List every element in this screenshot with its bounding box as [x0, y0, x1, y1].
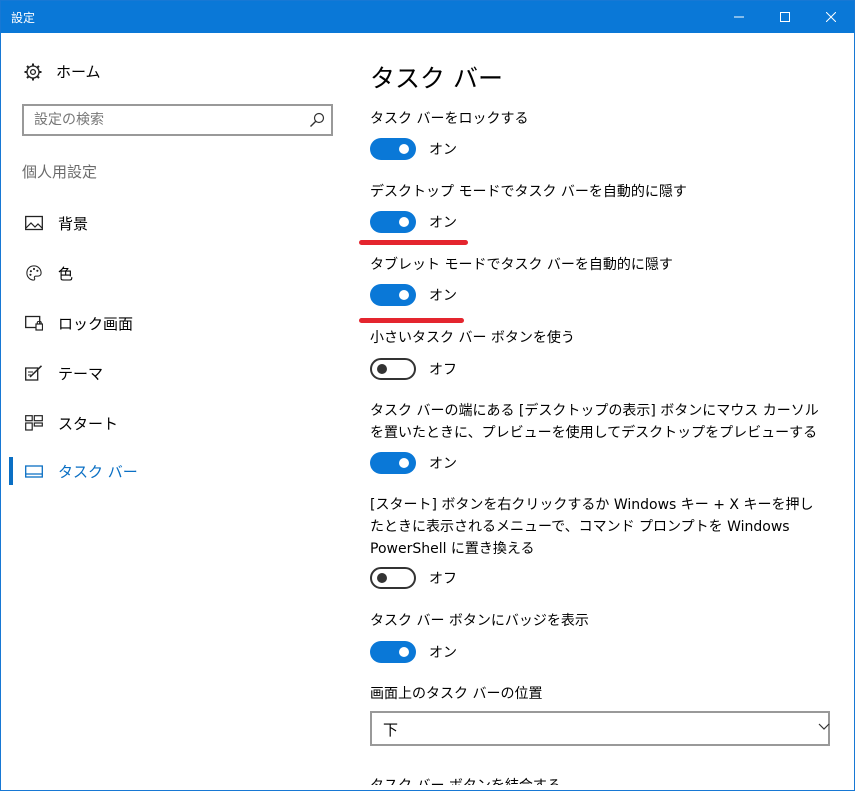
toggle-row: オン [370, 640, 457, 664]
toggle-row: オン [370, 137, 457, 161]
section-label: 個人用設定 [22, 163, 98, 181]
theme-icon [25, 365, 43, 381]
tablet-autohide-toggle[interactable] [370, 284, 416, 306]
picture-icon [25, 215, 43, 231]
sidebar-item-label: 背景 [58, 215, 89, 233]
window-title: 設定 [11, 11, 36, 25]
close-button[interactable] [808, 1, 854, 33]
combine-buttons-label-partial: タスク バー ボタンを結合する [370, 775, 561, 785]
taskbar-icon [25, 465, 43, 478]
taskbar-position-dropdown[interactable]: 下 [370, 711, 830, 746]
page-title: タスク バー [370, 64, 503, 93]
search-input[interactable] [24, 106, 294, 134]
toggle-knob [377, 364, 387, 374]
desktop-autohide-toggle[interactable] [370, 211, 416, 233]
maximize-button[interactable] [762, 1, 808, 33]
sidebar-item-taskbar[interactable]: タスク バー [9, 451, 345, 491]
setting-label-desktop-autohide: デスクトップ モードでタスク バーを自動的に隠す [370, 184, 687, 200]
toggle-knob [399, 144, 409, 154]
sidebar-item-background[interactable]: 背景 [9, 203, 345, 243]
sidebar-item-label: タスク バー [58, 463, 138, 481]
toggle-state-label: オン [429, 645, 457, 661]
settings-window: 設定 ホーム 設定の検索 個人用設定 背景 色 ロック画面 テーマ スタート タ… [0, 0, 855, 791]
minimize-button[interactable] [716, 1, 762, 33]
peek-preview-toggle[interactable] [370, 452, 416, 474]
search-icon[interactable] [309, 112, 325, 128]
sidebar-item-label: スタート [58, 415, 119, 433]
toggle-knob [399, 217, 409, 227]
gear-icon [24, 63, 42, 80]
setting-label-peek-preview: タスク バーの端にある [デスクトップの表示] ボタンにマウス カーソルを置いた… [370, 403, 819, 441]
setting-label-tablet-autohide: タブレット モードでタスク バーを自動的に隠す [370, 257, 673, 273]
setting-label-lock-taskbar: タスク バーをロックする [370, 111, 529, 127]
lock-taskbar-toggle[interactable] [370, 138, 416, 160]
setting-label-badges: タスク バー ボタンにバッジを表示 [370, 613, 589, 629]
red-annotation-underline [359, 318, 464, 323]
toggle-knob [399, 647, 409, 657]
sidebar-item-lock-screen[interactable]: ロック画面 [9, 303, 345, 343]
sidebar-item-label: 色 [58, 265, 74, 283]
sidebar: ホーム 個人用設定 背景 色 [9, 33, 345, 785]
main-content: タスク バー タスク バーをロックする オン デスクトップ モードでタスク バー… [345, 33, 845, 785]
toggle-row: オフ [370, 566, 457, 590]
minimize-icon [734, 16, 744, 18]
toggle-row: オフ [370, 357, 457, 381]
start-icon [25, 415, 43, 431]
search-box[interactable] [22, 104, 333, 136]
toggle-state-label: オン [429, 142, 457, 158]
toggle-state-label: オン [429, 215, 457, 231]
toggle-row: オン [370, 210, 457, 234]
powershell-toggle[interactable] [370, 567, 416, 589]
palette-icon [26, 265, 42, 281]
toggle-row: オン [370, 451, 457, 475]
dropdown-value: 下 [383, 721, 399, 739]
toggle-state-label: オン [429, 456, 457, 472]
sidebar-item-label: ロック画面 [58, 315, 134, 333]
badges-toggle[interactable] [370, 641, 416, 663]
toggle-knob [399, 290, 409, 300]
active-indicator [9, 457, 13, 485]
sidebar-item-label: テーマ [58, 365, 104, 383]
toggle-knob [399, 458, 409, 468]
toggle-row: オン [370, 283, 457, 307]
sidebar-item-color[interactable]: 色 [9, 253, 345, 293]
toggle-state-label: オフ [429, 571, 457, 587]
home-label: ホーム [56, 63, 101, 81]
chevron-down-icon [818, 723, 830, 730]
toggle-knob [377, 573, 387, 583]
toggle-state-label: オン [429, 288, 457, 304]
home-button[interactable]: ホーム [24, 61, 101, 82]
setting-label-small-buttons: 小さいタスク バー ボタンを使う [370, 330, 575, 346]
close-icon [826, 12, 836, 22]
small-buttons-toggle[interactable] [370, 358, 416, 380]
sidebar-item-theme[interactable]: テーマ [9, 353, 345, 393]
maximize-icon [780, 12, 790, 22]
setting-label-powershell: [スタート] ボタンを右クリックするか Windows キー + X キーを押し… [370, 497, 814, 557]
sidebar-item-start[interactable]: スタート [9, 403, 345, 443]
title-bar[interactable]: 設定 [1, 1, 854, 33]
red-annotation-underline [359, 240, 468, 245]
position-label: 画面上のタスク バーの位置 [370, 686, 543, 702]
lock-screen-icon [25, 315, 43, 331]
toggle-state-label: オフ [429, 362, 457, 378]
